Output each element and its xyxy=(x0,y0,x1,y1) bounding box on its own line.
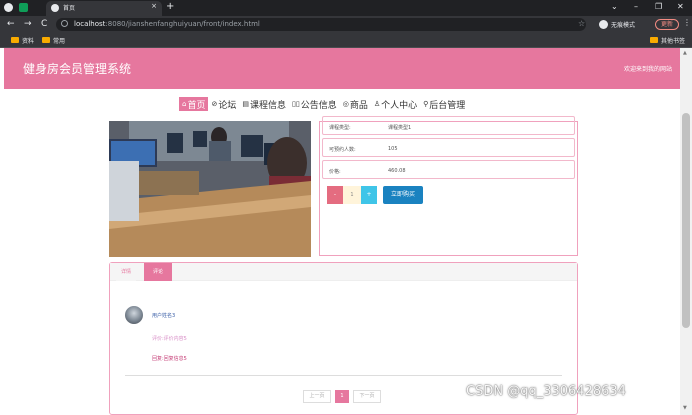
browser-menu-icon[interactable]: ⋮ xyxy=(683,18,691,27)
scroll-down-icon[interactable]: ▼ xyxy=(683,405,687,411)
nav-item-home[interactable]: ⌂ 首页 xyxy=(179,97,209,111)
current-page-button[interactable]: 1 xyxy=(335,390,349,403)
nav-label: 公告信息 xyxy=(300,100,337,111)
other-bookmarks[interactable]: 其他书签 xyxy=(661,36,685,45)
nav-item-goods[interactable]: ◎ 商品 xyxy=(340,97,371,111)
site-header: 健身房会员管理系统 欢迎来到我的网站 xyxy=(4,48,680,89)
home-icon: ⌂ xyxy=(182,100,187,108)
incognito-label: 无痕模式 xyxy=(611,22,636,29)
tabs-bar: 详情 评论 xyxy=(110,263,577,281)
decrement-button[interactable]: - xyxy=(327,186,343,204)
pagination: 上一页 1 下一页 xyxy=(303,390,381,403)
incognito-icon xyxy=(599,20,608,29)
scroll-thumb[interactable] xyxy=(682,113,690,328)
course-icon: ▤ xyxy=(242,100,249,108)
bookmarks-bar: 资料 常用 其他书签 xyxy=(0,33,692,48)
detail-value: 105 xyxy=(388,146,398,152)
reload-icon[interactable]: C xyxy=(41,19,47,29)
comment-user-name: 用户姓名3 xyxy=(152,313,176,319)
nav-item-forum[interactable]: ⊘ 论坛 xyxy=(208,97,239,111)
classroom-photo xyxy=(109,121,311,257)
tab-details[interactable]: 详情 xyxy=(116,263,136,281)
watermark: CSDN @qq_3306428634 xyxy=(466,384,626,399)
detail-row-price: 价格: 460.08 xyxy=(322,160,575,179)
course-detail-panel: 课程类型: 课程类型1 可预约人数: 105 价格: 460.08 - 1 + … xyxy=(319,116,578,256)
tab-favicon-icon xyxy=(51,4,59,12)
nav-label: 首页 xyxy=(187,100,206,111)
browser-tab-strip: 首页 × + ⌄ – ❐ ✕ xyxy=(0,0,692,16)
bookmark-star-icon[interactable]: ☆ xyxy=(578,19,585,28)
close-window-icon[interactable]: ✕ xyxy=(677,2,684,11)
notice-icon: ▯▯ xyxy=(292,100,300,108)
tab-title: 首页 xyxy=(63,5,76,12)
detail-value: 460.08 xyxy=(388,168,406,174)
scroll-up-icon[interactable]: ▲ xyxy=(683,50,687,56)
link-icon: ⚲ xyxy=(423,100,429,108)
detail-key: 可预约人数: xyxy=(329,147,356,153)
detail-row-capacity: 可预约人数: 105 xyxy=(322,138,575,157)
tab-favicon-icon[interactable] xyxy=(19,3,28,12)
tab-close-icon[interactable]: × xyxy=(151,2,157,10)
tab-search-icon[interactable]: ⌄ xyxy=(611,2,618,11)
nav-label: 课程信息 xyxy=(249,100,286,111)
browser-tab-home[interactable]: 首页 × xyxy=(46,1,162,16)
nav-label: 后台管理 xyxy=(429,100,466,111)
prev-page-button[interactable]: 上一页 xyxy=(303,390,331,403)
site-title: 健身房会员管理系统 xyxy=(23,62,132,76)
detail-value: 课程类型1 xyxy=(388,125,412,131)
avatar xyxy=(125,306,143,324)
comment-reply: 回复:回复信息5 xyxy=(152,356,187,362)
restore-icon[interactable]: ❐ xyxy=(655,2,662,11)
increment-button[interactable]: + xyxy=(361,186,377,204)
tab-comments[interactable]: 评论 xyxy=(144,263,172,281)
update-button[interactable]: 更新 xyxy=(655,19,679,30)
nav-label: 商品 xyxy=(349,100,368,111)
next-page-button[interactable]: 下一页 xyxy=(353,390,381,403)
folder-icon xyxy=(42,37,50,43)
detail-key: 价格: xyxy=(329,169,341,175)
minimize-icon[interactable]: – xyxy=(634,2,638,11)
buy-now-button[interactable]: 立即购买 xyxy=(383,186,423,204)
welcome-text: 欢迎来到我的网站 xyxy=(623,66,672,73)
detail-key: 课程类型: xyxy=(329,125,351,131)
course-image xyxy=(109,121,311,257)
new-tab-button[interactable]: + xyxy=(166,1,174,12)
nav-item-notices[interactable]: ▯▯ 公告信息 xyxy=(289,97,340,111)
url-text[interactable]: localhost:8080/jianshenfanghuiyuan/front… xyxy=(74,20,260,28)
nav-item-courses[interactable]: ▤ 课程信息 xyxy=(239,97,289,111)
chrome-icon[interactable] xyxy=(4,3,13,12)
bookmark-ziliao[interactable]: 资料 xyxy=(22,36,34,45)
quantity-stepper: - 1 + xyxy=(327,186,377,204)
detail-row-type: 课程类型: 课程类型1 xyxy=(322,116,575,135)
folder-icon xyxy=(11,37,19,43)
user-icon: ♙ xyxy=(373,100,381,108)
nav-item-admin[interactable]: ⚲ 后台管理 xyxy=(420,97,468,111)
address-bar-row: ← → C localhost:8080/jianshenfanghuiyuan… xyxy=(0,16,692,33)
site-info-icon[interactable] xyxy=(61,20,68,27)
nav-label: 论坛 xyxy=(218,100,237,111)
main-nav: ⌂ 首页 ⊘ 论坛 ▤ 课程信息 ▯▯ 公告信息 ◎ 商品 ♙ 个人中心 ⚲ 后台管理 xyxy=(179,97,468,111)
forum-icon: ⊘ xyxy=(211,100,218,108)
forward-icon[interactable]: → xyxy=(24,19,32,29)
goods-icon: ◎ xyxy=(342,100,349,108)
page-scrollbar[interactable]: ▲ ▼ xyxy=(680,48,692,415)
quantity-input[interactable]: 1 xyxy=(343,186,361,204)
back-icon[interactable]: ← xyxy=(7,19,15,29)
nav-item-profile[interactable]: ♙ 个人中心 xyxy=(371,97,420,111)
nav-label: 个人中心 xyxy=(381,100,418,111)
url-bar[interactable]: localhost:8080/jianshenfanghuiyuan/front… xyxy=(56,18,586,31)
web-page: 健身房会员管理系统 欢迎来到我的网站 课程类型: 课程类型1 可预约人数: 10… xyxy=(4,48,680,415)
bookmark-changyong[interactable]: 常用 xyxy=(53,36,65,45)
folder-icon xyxy=(650,37,658,43)
comment-content: 评价:评价内容5 xyxy=(152,336,187,342)
divider xyxy=(125,375,562,376)
